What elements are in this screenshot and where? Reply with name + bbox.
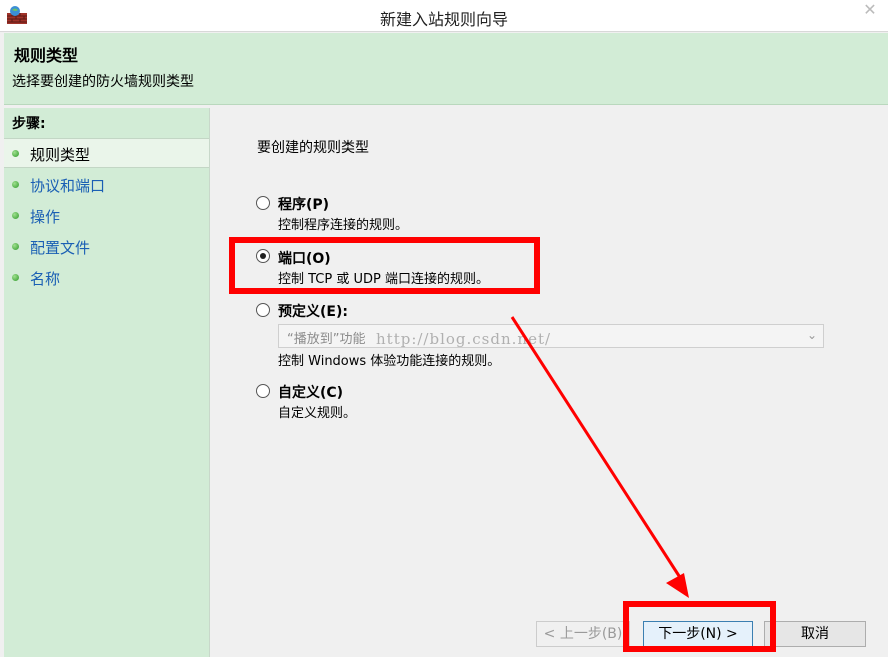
sidebar-item-protocol-ports[interactable]: 协议和端口 <box>4 170 209 200</box>
step-bullet-icon <box>12 274 19 281</box>
rule-type-prompt: 要创建的规则类型 <box>257 140 369 156</box>
sidebar-item-label: 规则类型 <box>30 146 91 164</box>
option-predefined-label[interactable]: 预定义(E): <box>278 301 348 321</box>
step-bullet-icon <box>12 150 19 157</box>
sidebar-item-label: 操作 <box>30 208 61 226</box>
port-option-highlight <box>229 237 540 294</box>
chevron-down-icon: ⌄ <box>806 328 817 342</box>
option-program-label[interactable]: 程序(P) <box>278 194 329 214</box>
page-subtitle: 选择要创建的防火墙规则类型 <box>12 74 194 90</box>
steps-sidebar: 步骤: 规则类型 协议和端口 操作 配置文件 名称 <box>4 108 210 657</box>
radio-program[interactable] <box>256 196 270 210</box>
cancel-button[interactable]: 取消 <box>764 621 866 647</box>
sidebar-item-action[interactable]: 操作 <box>4 201 209 231</box>
option-predefined-description: 控制 Windows 体验功能连接的规则。 <box>278 354 501 369</box>
step-bullet-icon <box>12 181 19 188</box>
wizard-header: 规则类型 选择要创建的防火墙规则类型 <box>4 33 888 105</box>
predefined-select-value: “播放到”功能 <box>287 332 366 347</box>
steps-heading: 步骤: <box>12 116 46 132</box>
back-button[interactable]: < 上一步(B) <box>536 621 630 647</box>
title-bar: 新建入站规则向导 ✕ <box>0 0 888 32</box>
sidebar-item-label: 协议和端口 <box>30 177 106 195</box>
next-button-highlight <box>623 601 776 652</box>
watermark: http://blog.csdn.net/ <box>376 330 552 348</box>
close-icon[interactable]: ✕ <box>854 0 886 22</box>
option-custom-description: 自定义规则。 <box>278 406 357 421</box>
sidebar-item-profile[interactable]: 配置文件 <box>4 232 209 262</box>
sidebar-item-label: 名称 <box>30 270 61 288</box>
page-title: 规则类型 <box>14 46 79 65</box>
step-bullet-icon <box>12 243 19 250</box>
window-title: 新建入站规则向导 <box>379 10 508 29</box>
radio-predefined[interactable] <box>256 303 270 317</box>
step-bullet-icon <box>12 212 19 219</box>
sidebar-item-label: 配置文件 <box>30 239 91 257</box>
sidebar-item-name[interactable]: 名称 <box>4 263 209 293</box>
sidebar-item-rule-type[interactable]: 规则类型 <box>4 138 209 168</box>
option-custom-label[interactable]: 自定义(C) <box>278 382 343 402</box>
radio-custom[interactable] <box>256 384 270 398</box>
option-program-description: 控制程序连接的规则。 <box>278 218 409 233</box>
